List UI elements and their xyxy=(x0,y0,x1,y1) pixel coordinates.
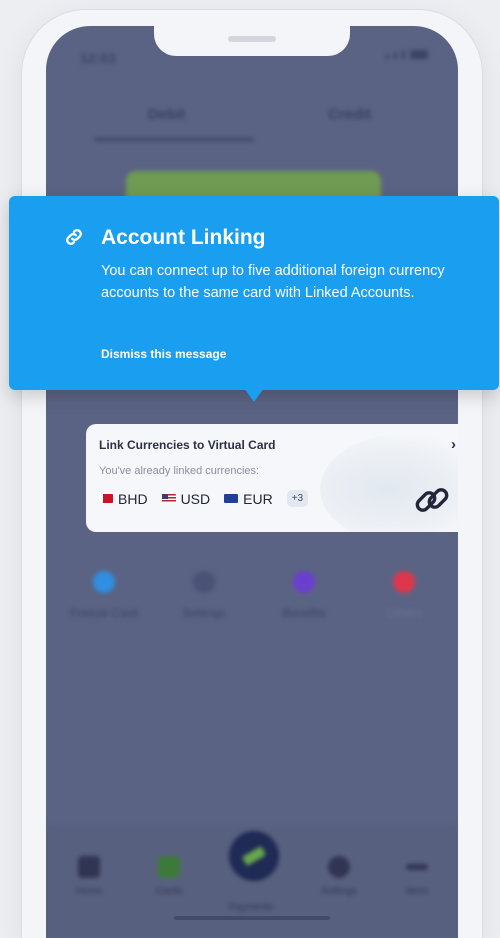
nav-settings[interactable]: Settings xyxy=(304,856,374,897)
currency-bhd: BHD xyxy=(99,491,148,507)
nav-cards[interactable]: Cards xyxy=(134,856,204,897)
chain-link-icon xyxy=(415,488,449,512)
nav-label: Home xyxy=(75,886,103,897)
status-icons xyxy=(386,50,428,59)
tooltip-arrow xyxy=(244,388,264,402)
action-label: Settings xyxy=(182,606,226,620)
link-currencies-card[interactable]: Link Currencies to Virtual Card › You've… xyxy=(86,424,458,532)
bahrain-flag-icon xyxy=(99,494,113,503)
settings-action[interactable]: Settings xyxy=(164,571,244,621)
signal-icon xyxy=(394,52,397,59)
nav-label: Payments xyxy=(228,902,274,913)
benefits-action[interactable]: Benefits xyxy=(264,571,344,621)
notch xyxy=(154,26,350,56)
battery-icon xyxy=(410,50,428,59)
action-label: Benefits xyxy=(282,606,326,620)
snowflake-icon xyxy=(93,571,115,593)
gift-icon xyxy=(293,571,315,593)
chevron-right-icon[interactable]: › xyxy=(451,436,456,453)
tab-credit[interactable]: Credit xyxy=(328,106,371,123)
link-card-title: Link Currencies to Virtual Card xyxy=(99,438,276,452)
account-linking-tooltip: Account Linking You can connect up to fi… xyxy=(9,196,499,390)
status-time: 12:03 xyxy=(80,50,116,66)
nav-more[interactable]: More xyxy=(382,856,452,897)
nav-home[interactable]: Home xyxy=(54,856,124,897)
page: 12:03 Debit Credit Link Currencies to Vi… xyxy=(0,0,500,938)
signal-icon xyxy=(386,54,389,59)
currency-eur: EUR xyxy=(224,491,273,507)
nav-payments[interactable]: Payments xyxy=(216,902,286,913)
currency-usd: USD xyxy=(161,490,211,507)
action-label: Freeze Card xyxy=(70,606,138,620)
active-tab-indicator xyxy=(94,138,254,141)
more-icon xyxy=(393,571,415,593)
app-screen: 12:03 Debit Credit Link Currencies to Vi… xyxy=(46,26,458,938)
ellipsis-icon xyxy=(406,864,428,870)
eu-flag-icon xyxy=(224,494,239,503)
currency-code: EUR xyxy=(243,490,273,507)
linked-currencies: BHD USD EUR +3 xyxy=(99,490,309,507)
tooltip-title: Account Linking xyxy=(101,226,266,249)
card-type-tabs: Debit Credit xyxy=(46,86,458,146)
more-currencies-badge: +3 xyxy=(286,490,309,507)
us-flag-icon xyxy=(161,494,176,503)
chart-icon xyxy=(78,856,100,878)
tooltip-body: You can connect up to five additional fo… xyxy=(101,263,445,301)
link-icon xyxy=(66,229,82,245)
freeze-card-action[interactable]: Freeze Card xyxy=(64,571,144,621)
gear-icon xyxy=(328,856,350,878)
currency-code: USD xyxy=(180,490,211,507)
payments-button[interactable] xyxy=(229,831,279,881)
others-action[interactable]: Others xyxy=(364,571,444,621)
tab-debit[interactable]: Debit xyxy=(148,106,186,123)
nav-label: Cards xyxy=(155,886,183,897)
link-card-subtitle: You've already linked currencies: xyxy=(99,465,260,477)
nav-label: More xyxy=(405,886,429,897)
home-indicator xyxy=(174,916,330,920)
action-label: Others xyxy=(385,606,422,620)
nav-label: Settings xyxy=(320,886,358,897)
currency-code: BHD xyxy=(118,490,148,507)
signal-icon xyxy=(402,50,405,59)
phone-frame: 12:03 Debit Credit Link Currencies to Vi… xyxy=(22,10,482,938)
gear-icon xyxy=(193,571,215,593)
card-icon xyxy=(158,856,180,878)
dismiss-message-link[interactable]: Dismiss this message xyxy=(101,347,226,361)
